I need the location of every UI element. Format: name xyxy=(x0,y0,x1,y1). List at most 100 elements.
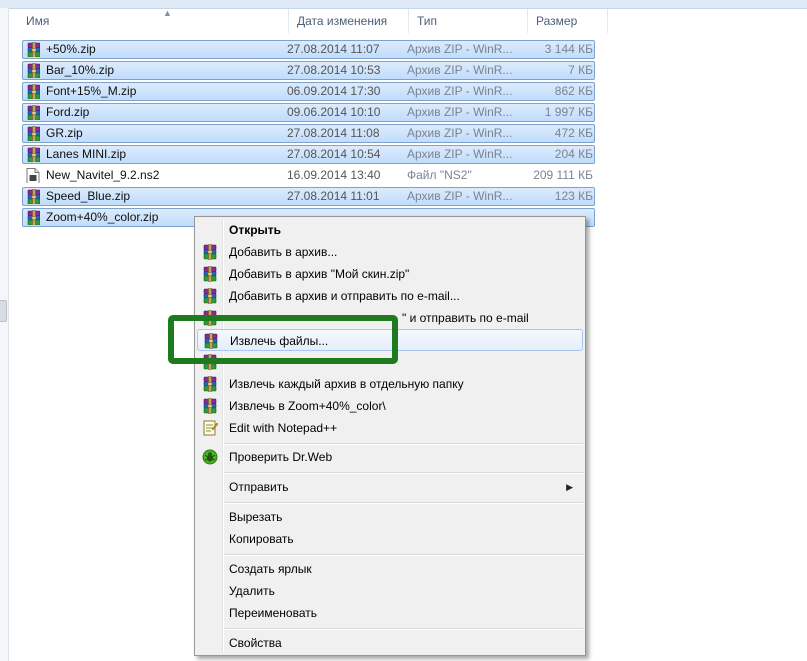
menu-item-create-shortcut[interactable]: Создать ярлык xyxy=(197,558,583,580)
file-row[interactable]: Font+15%_M.zip 06.09.2014 17:30 Архив ZIP … xyxy=(22,82,595,101)
column-header: Имя ▲ Дата изменения Тип Размер xyxy=(9,8,807,33)
file-row[interactable]: Ford.zip 09.06.2014 10:10 Архив ZIP - WinR… xyxy=(22,103,595,122)
highlight-annotation-box xyxy=(168,315,398,364)
menu-item-send-to[interactable]: Отправить ▶ xyxy=(197,476,583,498)
menu-item-label: Открыть xyxy=(229,223,282,237)
winrar-archive-icon xyxy=(26,84,40,99)
file-date: 27.08.2014 11:07 xyxy=(287,42,380,56)
menu-item-label: Свойства xyxy=(229,636,282,650)
file-size: 3 144 КБ xyxy=(544,42,593,56)
column-size-header[interactable]: Размер xyxy=(528,9,608,33)
file-type: Архив ZIP - WinR... xyxy=(407,189,513,203)
file-name: GR.zip xyxy=(46,126,83,140)
file-size: 1 997 КБ xyxy=(544,105,593,119)
column-date-label: Дата изменения xyxy=(297,14,388,28)
column-name-label: Имя xyxy=(26,14,50,28)
file-date: 27.08.2014 11:01 xyxy=(287,189,380,203)
sort-ascending-icon: ▲ xyxy=(163,8,172,18)
menu-item-add-and-email[interactable]: Добавить в архив и отправить по e-mail..… xyxy=(197,285,583,307)
winrar-archive-icon xyxy=(26,189,40,204)
file-name: Font+15%_M.zip xyxy=(46,84,137,98)
pane-resize-grip[interactable] xyxy=(0,300,7,322)
menu-item-label: Извлечь каждый архив в отдельную папку xyxy=(229,377,464,391)
menu-separator xyxy=(225,443,583,445)
navigation-pane-edge xyxy=(0,8,9,661)
menu-item-extract-to-folder[interactable]: Извлечь в Zoom+40%_color\ xyxy=(197,395,583,417)
menu-item-properties[interactable]: Свойства xyxy=(197,632,583,654)
generic-file-icon xyxy=(26,168,40,183)
file-type: Архив ZIP - WinR... xyxy=(407,147,513,161)
winrar-icon xyxy=(202,398,218,414)
winrar-archive-icon xyxy=(26,105,40,120)
menu-item-edit-notepad[interactable]: Edit with Notepad++ xyxy=(197,417,583,439)
menu-item-copy[interactable]: Копировать xyxy=(197,528,583,550)
menu-item-label: Добавить в архив "Мой скин.zip" xyxy=(229,267,410,281)
file-type: Файл "NS2" xyxy=(407,168,472,182)
menu-item-label: Добавить в архив и отправить по e-mail..… xyxy=(229,289,460,303)
file-date: 27.08.2014 11:08 xyxy=(287,126,380,140)
file-name: Lanes MINI.zip xyxy=(46,147,127,161)
file-row[interactable]: Speed_Blue.zip 27.08.2014 11:01 Архив ZIP … xyxy=(22,187,595,206)
file-size: 472 КБ xyxy=(554,126,593,140)
context-menu: Открыть Добавить в архив... Добавить в а… xyxy=(194,216,586,656)
file-date: 06.09.2014 17:30 xyxy=(287,84,381,98)
column-type-header[interactable]: Тип xyxy=(409,9,528,33)
file-row[interactable]: +50%.zip 27.08.2014 11:07 Архив ZIP - WinR… xyxy=(22,40,595,59)
column-date-header[interactable]: Дата изменения xyxy=(289,9,409,33)
menu-item-add-to-named-archive[interactable]: Добавить в архив "Мой скин.zip" xyxy=(197,263,583,285)
file-name: +50%.zip xyxy=(46,42,96,56)
winrar-archive-icon xyxy=(26,63,40,78)
file-date: 27.08.2014 10:53 xyxy=(287,63,381,77)
winrar-icon xyxy=(202,266,218,282)
menu-separator xyxy=(225,554,583,556)
winrar-archive-icon xyxy=(26,147,40,162)
file-name: Speed_Blue.zip xyxy=(46,189,131,203)
menu-item-label: Вырезать xyxy=(229,510,283,524)
menu-item-label: " и отправить по e-mail xyxy=(402,311,529,325)
file-size: 7 КБ xyxy=(568,63,593,77)
menu-item-label: Копировать xyxy=(229,532,294,546)
menu-item-label: Переименовать xyxy=(229,606,317,620)
winrar-archive-icon xyxy=(26,210,40,225)
file-type: Архив ZIP - WinR... xyxy=(407,126,513,140)
file-row[interactable]: Lanes MINI.zip 27.08.2014 10:54 Архив ZIP … xyxy=(22,145,595,164)
menu-item-label: Извлечь в Zoom+40%_color\ xyxy=(229,399,386,413)
file-date: 09.06.2014 10:10 xyxy=(287,105,381,119)
file-name: Bar_10%.zip xyxy=(46,63,115,77)
menu-separator xyxy=(225,472,583,474)
file-type: Архив ZIP - WinR... xyxy=(407,42,513,56)
menu-item-label: Добавить в архив... xyxy=(229,245,338,259)
menu-item-delete[interactable]: Удалить xyxy=(197,580,583,602)
file-row[interactable]: GR.zip 27.08.2014 11:08 Архив ZIP - WinR..… xyxy=(22,124,595,143)
winrar-archive-icon xyxy=(26,42,40,57)
column-type-label: Тип xyxy=(417,14,438,28)
menu-item-add-to-archive[interactable]: Добавить в архив... xyxy=(197,241,583,263)
file-size: 209 111 КБ xyxy=(533,168,593,182)
file-date: 27.08.2014 10:54 xyxy=(287,147,381,161)
menu-item-cut[interactable]: Вырезать xyxy=(197,506,583,528)
winrar-icon xyxy=(202,244,218,260)
file-size: 862 КБ xyxy=(554,84,593,98)
file-row[interactable]: New_Navitel_9.2.ns2 16.09.2014 13:40 Файл … xyxy=(22,166,595,185)
menu-item-open[interactable]: Открыть xyxy=(197,219,583,241)
file-size: 204 КБ xyxy=(554,147,593,161)
file-type: Архив ZIP - WinR... xyxy=(407,105,513,119)
file-size: 123 КБ xyxy=(554,189,593,203)
file-type: Архив ZIP - WinR... xyxy=(407,84,513,98)
menu-separator xyxy=(225,502,583,504)
drweb-spider-icon xyxy=(202,449,218,465)
menu-item-label: Edit with Notepad++ xyxy=(229,421,338,435)
menu-item-extract-each[interactable]: Извлечь каждый архив в отдельную папку xyxy=(197,373,583,395)
menu-item-rename[interactable]: Переименовать xyxy=(197,602,583,624)
file-name: New_Navitel_9.2.ns2 xyxy=(46,168,160,182)
file-row[interactable]: Bar_10%.zip 27.08.2014 10:53 Архив ZIP - W… xyxy=(22,61,595,80)
submenu-arrow-icon: ▶ xyxy=(566,482,573,492)
menu-item-label: Проверить Dr.Web xyxy=(229,450,333,464)
window-top-strip xyxy=(0,0,807,9)
menu-item-label: Отправить xyxy=(229,480,289,494)
menu-separator xyxy=(225,628,583,630)
column-name-header[interactable]: Имя ▲ xyxy=(18,8,289,33)
menu-item-drweb-scan[interactable]: Проверить Dr.Web xyxy=(197,446,583,468)
menu-item-label: Удалить xyxy=(229,584,275,598)
notepad-plus-plus-icon xyxy=(202,420,219,436)
